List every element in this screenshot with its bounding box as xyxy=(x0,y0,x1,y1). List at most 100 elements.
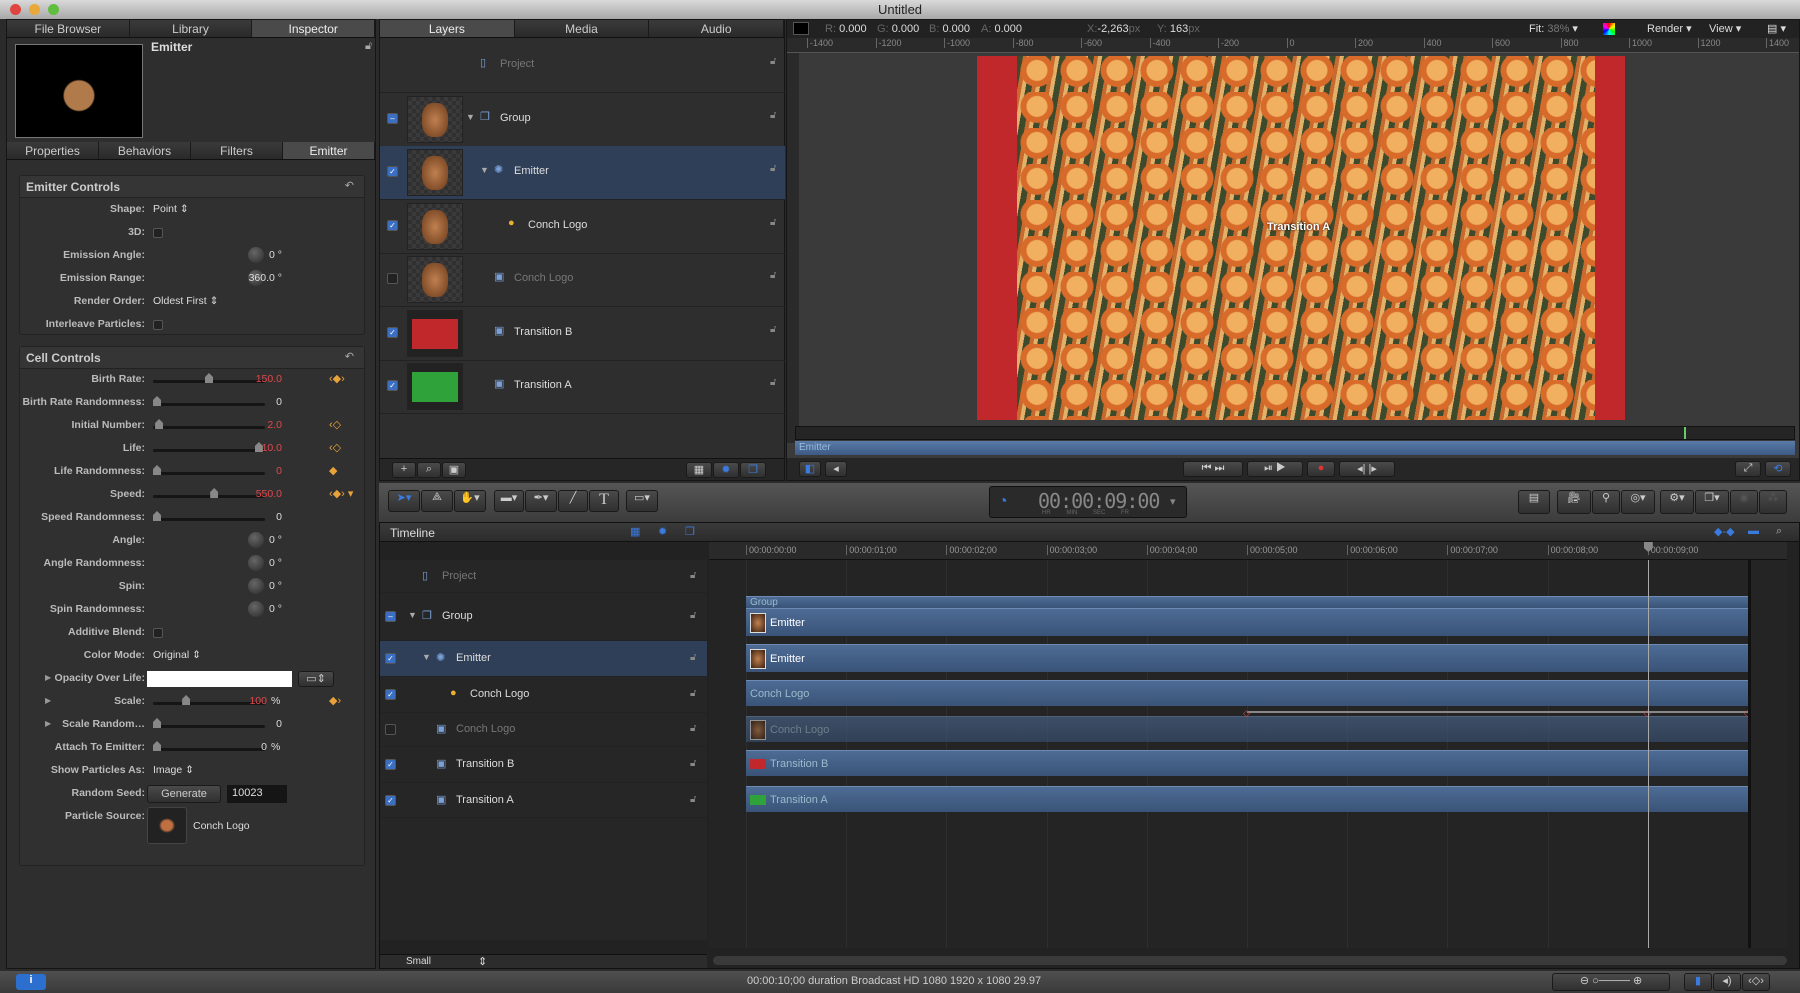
param-dial[interactable] xyxy=(248,578,264,594)
layer-row[interactable]: ▣ Conch Logo 🔓︎ xyxy=(380,253,785,307)
text-tool-icon[interactable]: T xyxy=(589,490,619,512)
layer-row[interactable]: ✓ ▣ Transition A 🔓︎ xyxy=(380,360,785,414)
timeline-layer-row[interactable]: ✓ ▼ ✺ Emitter 🔓︎ xyxy=(380,641,707,677)
thumbnail-toggle-icon[interactable]: ▦ xyxy=(630,525,640,538)
slider-thumb[interactable] xyxy=(153,465,161,475)
param-value[interactable]: 360.0 ° xyxy=(249,272,282,284)
keyframe-icon[interactable]: ◆ xyxy=(329,464,337,477)
loop-icon[interactable]: ⟲ xyxy=(1765,461,1791,477)
param-slider[interactable] xyxy=(153,465,265,475)
timeline-clip[interactable]: Conch Logo xyxy=(746,716,1748,742)
color-channels-icon[interactable] xyxy=(1603,23,1615,35)
param-value[interactable]: 100 xyxy=(249,695,267,707)
param-slider[interactable] xyxy=(153,396,265,406)
layer-visibility-checkbox[interactable]: ✓ xyxy=(385,759,396,770)
param-slider[interactable] xyxy=(153,419,265,429)
close-window-button[interactable] xyxy=(10,4,21,15)
param-checkbox[interactable] xyxy=(153,628,163,638)
slider-thumb[interactable] xyxy=(153,741,161,751)
param-value[interactable]: 0 xyxy=(276,396,282,408)
keyframe-marker[interactable]: ◇ xyxy=(1243,708,1250,719)
param-dial[interactable] xyxy=(248,532,264,548)
track-size-popup[interactable]: Small ⇕ xyxy=(380,954,707,968)
generate-seed-button[interactable]: Generate xyxy=(147,785,221,803)
tab-layers[interactable]: Layers xyxy=(380,20,515,37)
layer-visibility-checkbox[interactable]: ✓ xyxy=(387,166,398,177)
lock-icon[interactable]: 🔓︎ xyxy=(690,610,696,621)
mini-timeline-bar[interactable]: Emitter xyxy=(795,441,1795,455)
keyframe-icon[interactable]: ‹◆› ▾ xyxy=(329,487,353,500)
slider-thumb[interactable] xyxy=(153,511,161,521)
timeline-layer-row[interactable]: ✓ ▣ Transition A 🔓︎ xyxy=(380,783,707,818)
param-value[interactable]: 550.0 xyxy=(256,488,282,500)
snapping-icon[interactable]: ◆-◆ xyxy=(1714,525,1735,538)
lock-icon[interactable]: 🔓︎ xyxy=(770,110,776,121)
generators-icon[interactable]: ◎▾ xyxy=(1621,490,1655,514)
behaviors-icon[interactable]: ❐▾ xyxy=(1695,490,1729,514)
lock-icon[interactable]: 🔓︎ xyxy=(770,270,776,281)
lock-icon[interactable]: 🔓︎ xyxy=(690,570,696,581)
timeline-clip[interactable]: Conch Logo xyxy=(746,680,1748,706)
layer-row[interactable]: ✓ ▣ Transition B 🔓︎ xyxy=(380,307,785,361)
param-value[interactable]: 2.0 xyxy=(267,419,282,431)
slider-thumb[interactable] xyxy=(155,419,164,429)
param-slider[interactable] xyxy=(153,695,265,705)
layer-visibility-checkbox[interactable]: – xyxy=(385,611,396,622)
keyframe-icon[interactable]: ‹◆› xyxy=(329,372,345,385)
lock-icon[interactable]: 🔓︎ xyxy=(770,56,776,67)
timeline-layer-row[interactable]: ✓ ▣ Transition B 🔓︎ xyxy=(380,747,707,783)
zoom-window-button[interactable] xyxy=(48,4,59,15)
param-popup[interactable]: Oldest First ⇕ xyxy=(153,295,218,307)
camera-icon[interactable]: 🎥︎ xyxy=(1557,490,1591,514)
slider-thumb[interactable] xyxy=(153,718,161,728)
info-button[interactable]: i xyxy=(16,974,46,990)
lock-icon[interactable]: 🔓︎ xyxy=(770,217,776,228)
fit-zoom-popup[interactable]: Fit: 38% ▾ xyxy=(1529,20,1578,38)
audio-tracks-icon[interactable]: ▬ xyxy=(1748,525,1759,537)
param-slider[interactable] xyxy=(153,373,265,383)
disclosure-triangle-icon[interactable]: ▼ xyxy=(466,112,475,122)
layer-visibility-checkbox[interactable]: ✓ xyxy=(387,326,398,338)
search-icon[interactable]: ⌕ xyxy=(417,462,441,478)
keyframe-icon[interactable]: ‹◇ xyxy=(329,418,341,431)
lock-icon[interactable]: 🔓︎ xyxy=(690,758,696,769)
param-slider[interactable] xyxy=(153,442,265,452)
frame-step-buttons[interactable]: ◂| |▸ xyxy=(1339,461,1395,477)
lock-icon[interactable]: 🔓︎ xyxy=(770,377,776,388)
param-value[interactable]: 0 xyxy=(276,511,282,523)
thumbnail-toggle-icon[interactable]: ▦ xyxy=(686,462,712,478)
pen-tool-icon[interactable]: ✒▾ xyxy=(525,490,557,512)
layer-row[interactable]: ✓ ● Conch Logo 🔓︎ xyxy=(380,200,785,254)
make-particles-icon[interactable]: ◉ xyxy=(1730,490,1758,514)
param-value[interactable]: 0 ° xyxy=(269,249,282,261)
param-popup[interactable]: Point ⇕ xyxy=(153,203,189,215)
disclosure-triangle-icon[interactable]: ▶ xyxy=(45,673,51,682)
tab-media[interactable]: Media xyxy=(515,20,650,37)
layer-row[interactable]: – ▼ ❐ Group 🔓︎ xyxy=(380,93,785,147)
disclosure-triangle-icon[interactable]: ▼ xyxy=(408,610,417,620)
slider-thumb[interactable] xyxy=(153,396,161,406)
timeline-clip[interactable]: Group xyxy=(746,596,1748,608)
timeline-layer-row[interactable]: – ▼ ❐ Group 🔓︎ xyxy=(380,593,707,641)
param-dial[interactable] xyxy=(248,247,264,263)
timeline-clip[interactable]: Emitter xyxy=(746,608,1748,636)
zoom-icon[interactable]: ⌕ xyxy=(1776,525,1782,538)
param-checkbox[interactable] xyxy=(153,320,163,330)
layer-visibility-checkbox[interactable]: – xyxy=(387,112,398,124)
lock-icon[interactable]: 🔓︎ xyxy=(690,794,696,805)
zoom-slider[interactable]: ⊖ ○──── ⊕ xyxy=(1552,973,1670,991)
layer-visibility-checkbox[interactable] xyxy=(385,724,396,735)
gradient-preset-popup[interactable]: ▭⇕ xyxy=(298,671,334,687)
fullscreen-icon[interactable]: ⤢ xyxy=(1735,461,1761,477)
layout-icon[interactable]: ▤ ▾ xyxy=(1767,20,1786,38)
disclosure-triangle-icon[interactable]: ▶ xyxy=(45,696,51,705)
param-value[interactable]: 0 ° xyxy=(269,534,282,546)
replicate-icon[interactable]: ⁂ xyxy=(1759,490,1787,514)
lock-icon[interactable]: 🔓︎ xyxy=(690,723,696,734)
layer-row[interactable]: ✓ ▼ ✺ Emitter 🔓︎ xyxy=(380,146,785,200)
param-value[interactable]: 0 xyxy=(276,465,282,477)
slider-thumb[interactable] xyxy=(182,695,191,705)
audio-icon[interactable]: ◂ xyxy=(825,461,847,477)
disclosure-triangle-icon[interactable]: ▶ xyxy=(45,719,51,728)
disclosure-triangle-icon[interactable]: ▼ xyxy=(480,165,489,175)
